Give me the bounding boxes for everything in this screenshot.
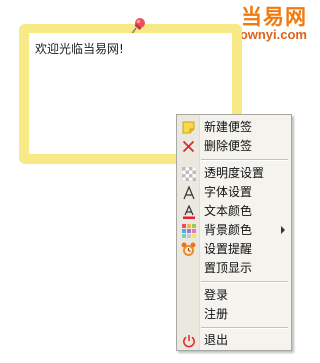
menu-item-label: 文本颜色 xyxy=(204,204,253,218)
menu-separator xyxy=(201,159,288,161)
menu-item-label: 背景颜色 xyxy=(204,223,253,237)
note-text[interactable]: 欢迎光临当易网! xyxy=(35,42,124,56)
menu-item-label: 退出 xyxy=(204,333,229,347)
menu-item-font[interactable]: 字体设置 xyxy=(177,183,291,202)
menu-separator xyxy=(201,327,288,329)
menu-item-new-note[interactable]: 新建便签 xyxy=(177,118,291,137)
menu-item-label: 登录 xyxy=(204,288,229,302)
menu-separator xyxy=(201,281,288,283)
menu-item-label: 设置提醒 xyxy=(204,242,253,256)
menu-item-delete-note[interactable]: 删除便签 xyxy=(177,137,291,156)
menu-item-always-on-top[interactable]: 置顶显示 xyxy=(177,259,291,278)
menu-item-label: 新建便签 xyxy=(204,120,253,134)
menu-item-label: 注册 xyxy=(204,307,229,321)
font-icon xyxy=(181,185,196,200)
menu-item-exit[interactable]: 退出 xyxy=(177,331,291,350)
logo-domain-text: downyi.com xyxy=(231,27,307,42)
menu-item-label: 透明度设置 xyxy=(204,166,265,180)
power-icon xyxy=(181,333,196,348)
menu-item-login[interactable]: 登录 xyxy=(177,286,291,305)
menu-item-label: 删除便签 xyxy=(204,139,253,153)
menu-item-transparency[interactable]: 透明度设置 xyxy=(177,164,291,183)
new-note-icon xyxy=(181,120,196,135)
context-menu: 新建便签 删除便签 透明度设置 字体设置 文本颜色 背景颜色 设置提醒 置顶显示… xyxy=(176,114,292,351)
submenu-arrow-icon xyxy=(281,226,285,234)
menu-item-set-reminder[interactable]: 设置提醒 xyxy=(177,240,291,259)
menu-item-label: 字体设置 xyxy=(204,185,253,199)
alarm-icon xyxy=(181,242,196,257)
logo-brand-text: 当易网 xyxy=(241,5,307,29)
menu-item-background-color[interactable]: 背景颜色 xyxy=(177,221,291,240)
transparency-icon xyxy=(181,166,196,181)
menu-item-register[interactable]: 注册 xyxy=(177,305,291,324)
menu-item-label: 置顶显示 xyxy=(204,261,253,275)
menu-item-text-color[interactable]: 文本颜色 xyxy=(177,202,291,221)
background-color-icon xyxy=(181,223,196,238)
delete-icon xyxy=(181,139,196,154)
text-color-icon xyxy=(181,204,196,219)
